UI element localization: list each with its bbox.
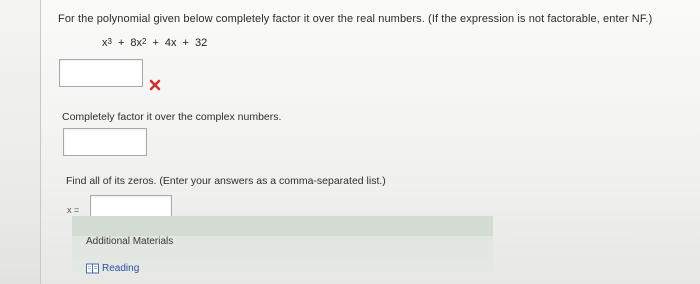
term-1: x3 xyxy=(102,37,112,49)
term-2: 8x 2 xyxy=(130,37,146,49)
zeros-prompt: Find all of its zeros. (Enter your answe… xyxy=(66,175,386,187)
reading-link[interactable]: Reading xyxy=(86,263,139,274)
complex-factor-answer-input[interactable] xyxy=(63,128,147,156)
zeros-variable-label: x = xyxy=(67,205,80,215)
term-2-exponent: 2 xyxy=(142,37,147,46)
reading-link-label[interactable]: Reading xyxy=(102,263,139,274)
book-icon xyxy=(86,263,99,274)
operator-3: + xyxy=(182,37,189,49)
question-text: For the polynomial given below completel… xyxy=(58,13,653,25)
term-4: 32 xyxy=(194,37,208,49)
complex-factor-prompt: Completely factor it over the complex nu… xyxy=(62,111,282,123)
operator-1: + xyxy=(117,37,125,49)
additional-materials-header xyxy=(72,216,493,236)
term-2-base: 8x xyxy=(130,37,143,49)
operator-2: + xyxy=(152,37,159,49)
real-factor-answer-input[interactable] xyxy=(59,59,143,87)
polynomial-expression: x3 + 8x 2 + 4x + 32 xyxy=(102,37,207,49)
term-1-exponent: 3 xyxy=(107,37,112,46)
x-mark-icon xyxy=(149,79,161,91)
additional-materials-title: Additional Materials xyxy=(86,236,174,247)
term-3: 4x xyxy=(164,37,177,49)
